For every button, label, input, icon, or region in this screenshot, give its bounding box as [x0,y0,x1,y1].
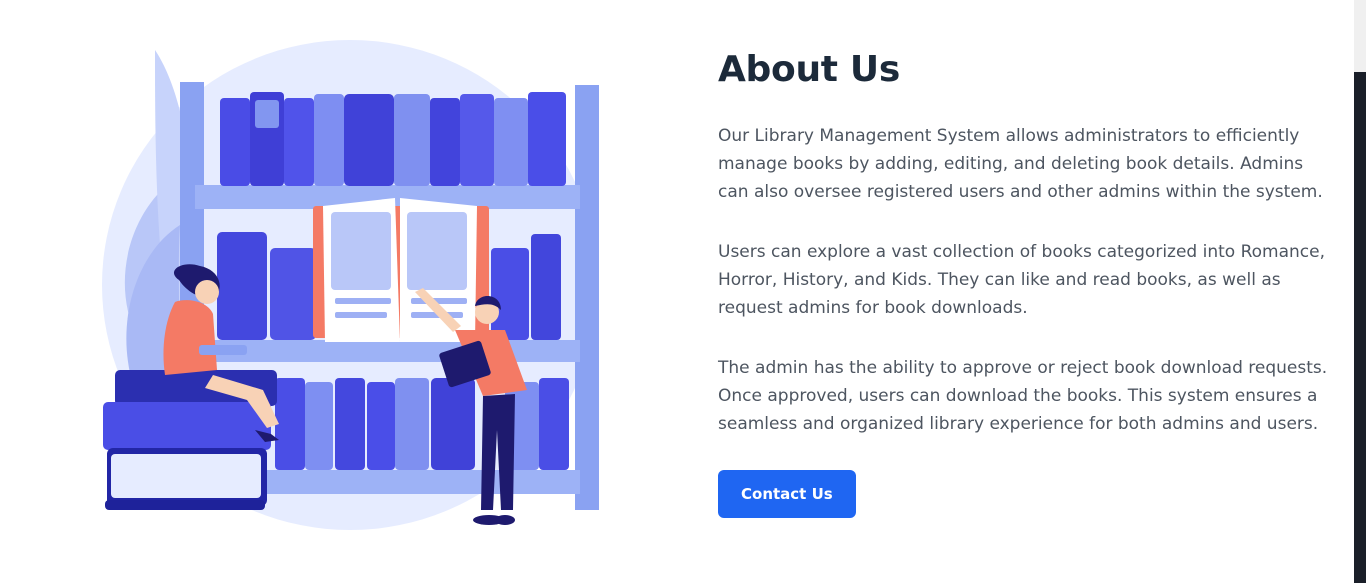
about-paragraph-3: The admin has the ability to approve or … [718,358,1328,434]
library-illustration [102,40,599,530]
scrollbar-thumb[interactable] [1354,72,1366,583]
page-title: About Us [718,49,900,90]
about-paragraph-1: Our Library Management System allows adm… [718,126,1323,202]
about-page: About Us Our Library Management System a… [0,0,1366,583]
contact-us-button[interactable]: Contact Us [718,470,856,518]
about-content: About Us Our Library Management System a… [718,48,1338,518]
about-paragraph-2: Users can explore a vast collection of b… [718,242,1325,318]
page-scrollbar[interactable] [1354,0,1366,583]
